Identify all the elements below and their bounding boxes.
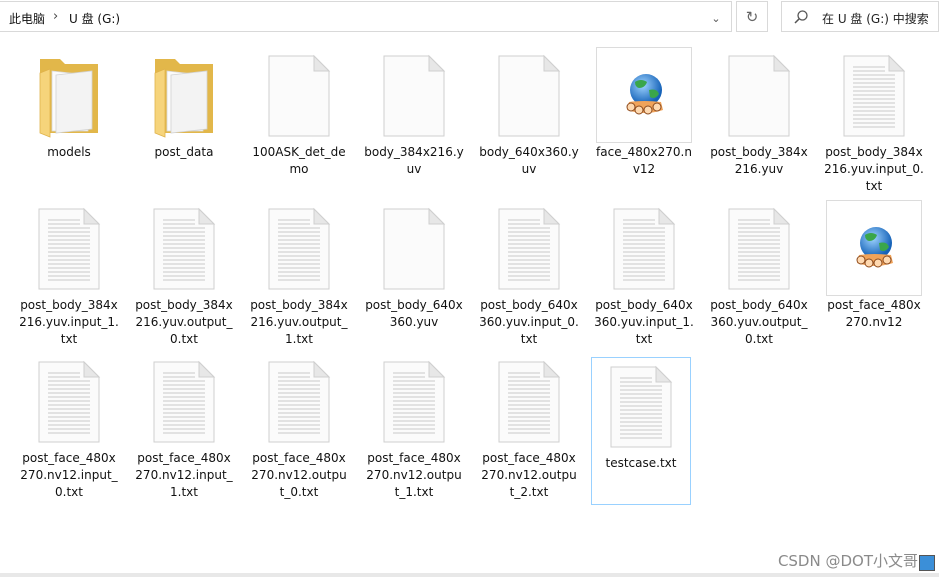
file-item[interactable]: post_face_480x270.nv12.output_1.txt: [364, 353, 464, 501]
folder-item[interactable]: models: [19, 47, 119, 195]
file-name-label: post_body_640x360.yuv.output_0.txt: [710, 298, 808, 346]
file-item[interactable]: post_body_384x216.yuv.input_1.txt: [19, 200, 119, 348]
text-file-icon: [592, 358, 690, 455]
refresh-button[interactable]: ↻: [736, 1, 768, 32]
file-item[interactable]: post_body_384x216.yuv: [709, 47, 809, 195]
file-item[interactable]: post_body_640x360.yuv: [364, 200, 464, 348]
file-name-label: post_face_480x270.nv12.input_0.txt: [20, 451, 118, 499]
blank-file-icon: [479, 47, 579, 144]
text-file-icon: [19, 353, 119, 450]
file-item[interactable]: post_face_480x270.nv12.input_1.txt: [134, 353, 234, 501]
file-item[interactable]: post_face_480x270.nv12.input_0.txt: [19, 353, 119, 501]
search-input[interactable]: 在 U 盘 (G:) 中搜索: [822, 10, 929, 27]
thumbnail-frame: [826, 200, 922, 296]
file-item[interactable]: post_face_480x270.nv12.output_0.txt: [249, 353, 349, 501]
file-name-label: post_body_640x360.yuv.input_1.txt: [594, 298, 694, 346]
refresh-icon: ↻: [745, 7, 759, 26]
text-file-icon: [364, 353, 464, 450]
file-item[interactable]: post_body_640x360.yuv.input_1.txt: [594, 200, 694, 348]
file-grid: models post_data 100ASK_det_demo body_384x2…: [0, 33, 939, 573]
file-name-label: post_body_384x216.yuv.output_0.txt: [135, 298, 233, 346]
folder-icon: [134, 47, 234, 144]
file-name-label: post_body_384x216.yuv.output_1.txt: [250, 298, 348, 346]
file-name-label: post_body_640x360.yuv: [365, 298, 463, 329]
globe-hand-icon: [594, 47, 694, 144]
file-item[interactable]: post_body_384x216.yuv.output_0.txt: [134, 200, 234, 348]
address-history-dropdown-icon[interactable]: ⌄: [706, 9, 726, 27]
file-item[interactable]: post_body_384x216.yuv.input_0.txt: [824, 47, 924, 195]
file-name-label: post_face_480x270.nv12.input_1.txt: [135, 451, 233, 499]
file-name-label: body_640x360.yuv: [479, 145, 579, 176]
blank-file-icon: [364, 47, 464, 144]
file-name-label: post_data: [154, 145, 214, 159]
breadcrumb-drive-g[interactable]: U 盘 (G:): [69, 10, 120, 27]
text-file-icon: [249, 353, 349, 450]
file-item[interactable]: face_480x270.nv12: [594, 47, 694, 195]
blank-file-icon: [364, 200, 464, 297]
file-name-label: post_face_480x270.nv12: [827, 298, 921, 329]
file-name-label: face_480x270.nv12: [596, 145, 692, 176]
globe-hand-icon: [824, 200, 924, 297]
breadcrumb-this-pc[interactable]: 此电脑: [9, 10, 45, 27]
file-item[interactable]: post_body_384x216.yuv.output_1.txt: [249, 200, 349, 348]
file-item[interactable]: 100ASK_det_demo: [249, 47, 349, 195]
csdn-watermark: CSDN @DOT小文哥: [777, 552, 918, 570]
text-file-icon: [19, 200, 119, 297]
text-file-icon: [134, 353, 234, 450]
file-item[interactable]: body_640x360.yuv: [479, 47, 579, 195]
file-name-label: models: [47, 145, 91, 159]
status-bar-edge: [0, 573, 939, 577]
file-name-label: post_body_384x216.yuv: [710, 145, 808, 176]
text-file-icon: [824, 47, 924, 144]
file-item[interactable]: post_face_480x270.nv12: [824, 200, 924, 348]
text-file-icon: [594, 200, 694, 297]
file-item[interactable]: post_body_640x360.yuv.output_0.txt: [709, 200, 809, 348]
text-file-icon: [479, 353, 579, 450]
file-name-label: post_body_384x216.yuv.input_0.txt: [824, 145, 924, 193]
thumbnail-frame: [596, 47, 692, 143]
file-item[interactable]: post_body_640x360.yuv.input_0.txt: [479, 200, 579, 348]
folder-icon: [19, 47, 119, 144]
folder-item[interactable]: post_data: [134, 47, 234, 195]
blank-file-icon: [709, 47, 809, 144]
search-icon: [794, 10, 808, 24]
text-file-icon: [709, 200, 809, 297]
file-name-label: post_body_384x216.yuv.input_1.txt: [19, 298, 119, 346]
view-toggle-icon[interactable]: [919, 555, 935, 571]
text-file-icon: [134, 200, 234, 297]
address-bar[interactable]: 此电脑 › U 盘 (G:) ⌄: [0, 1, 732, 32]
search-box[interactable]: 在 U 盘 (G:) 中搜索: [781, 1, 939, 32]
file-name-label: 100ASK_det_demo: [252, 145, 346, 176]
file-name-label: body_384x216.yuv: [364, 145, 464, 176]
file-name-label: post_face_480x270.nv12.output_0.txt: [251, 451, 347, 499]
file-item[interactable]: post_face_480x270.nv12.output_2.txt: [479, 353, 579, 501]
text-file-icon: [249, 200, 349, 297]
file-name-label: post_body_640x360.yuv.input_0.txt: [479, 298, 579, 346]
blank-file-icon: [249, 47, 349, 144]
file-item[interactable]: testcase.txt: [591, 357, 691, 505]
file-item[interactable]: body_384x216.yuv: [364, 47, 464, 195]
text-file-icon: [479, 200, 579, 297]
navigation-bar: 此电脑 › U 盘 (G:) ⌄ ↻ 在 U 盘 (G:) 中搜索: [0, 0, 939, 33]
file-name-label: testcase.txt: [605, 456, 677, 470]
file-name-label: post_face_480x270.nv12.output_1.txt: [366, 451, 462, 499]
breadcrumb-separator-icon[interactable]: ›: [53, 9, 58, 24]
file-name-label: post_face_480x270.nv12.output_2.txt: [481, 451, 577, 499]
